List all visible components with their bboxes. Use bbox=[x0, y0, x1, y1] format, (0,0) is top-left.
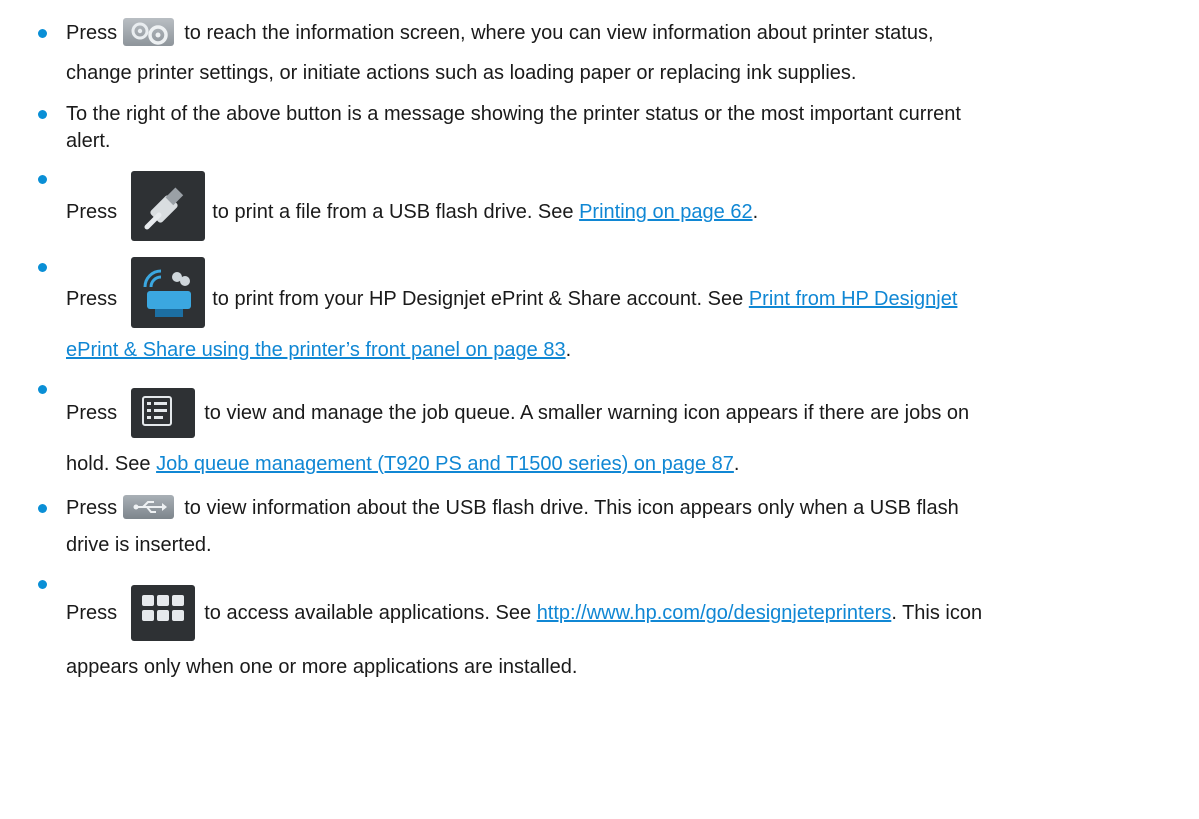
text: To the right of the above button is a me… bbox=[66, 103, 961, 125]
text: appears only when one or more applicatio… bbox=[66, 656, 578, 678]
gear-settings-icon bbox=[123, 18, 174, 46]
bullet bbox=[38, 580, 47, 589]
press-word: Press bbox=[66, 288, 118, 310]
bullet bbox=[38, 263, 47, 272]
text: . bbox=[565, 339, 572, 361]
text: change printer settings, or initiate act… bbox=[66, 62, 857, 84]
text-line: hold. See Job queue management (T920 PS … bbox=[66, 451, 739, 477]
link-hp-designjeteprinters[interactable]: http://www.hp.com/go/designjeteprinters bbox=[537, 602, 892, 624]
text-line: Press to view information about the USB … bbox=[66, 495, 959, 521]
text: . bbox=[752, 201, 759, 223]
bullet bbox=[38, 29, 47, 38]
text-line: Press to print from your HP Designjet eP… bbox=[66, 286, 957, 312]
text: hold. See bbox=[66, 453, 151, 475]
press-word: Press bbox=[66, 602, 118, 624]
press-word: Press bbox=[66, 201, 118, 223]
text: to view information about the USB flash … bbox=[184, 497, 959, 519]
bullet bbox=[38, 110, 47, 119]
link-printing[interactable]: Printing on page 62 bbox=[579, 201, 752, 223]
text: to print a file from a USB flash drive. … bbox=[212, 201, 574, 223]
text-line: Press to print a file from a USB flash d… bbox=[66, 199, 758, 225]
text-line: ePrint & Share using the printer’s front… bbox=[66, 337, 571, 363]
text: . This icon bbox=[891, 602, 983, 624]
text-line: Press to view and manage the job queue. … bbox=[66, 400, 969, 426]
text: . bbox=[733, 453, 740, 475]
text: to view and manage the job queue. A smal… bbox=[204, 402, 970, 424]
bullet bbox=[38, 175, 47, 184]
text-line: Press to reach the information screen, w… bbox=[66, 20, 934, 46]
bullet bbox=[38, 385, 47, 394]
text-line: Press to access available applications. … bbox=[66, 600, 982, 626]
text-line: drive is inserted. bbox=[66, 532, 212, 558]
text-line: appears only when one or more applicatio… bbox=[66, 654, 577, 680]
press-word: Press bbox=[66, 497, 118, 519]
text-line: alert. bbox=[66, 128, 110, 154]
link-eprint[interactable]: Print from HP Designjet bbox=[749, 288, 958, 310]
press-word: Press bbox=[66, 22, 118, 44]
press-word: Press bbox=[66, 402, 118, 424]
text: alert. bbox=[66, 130, 111, 152]
text: to reach the information screen, where y… bbox=[184, 22, 934, 44]
usb-symbol-icon bbox=[123, 495, 174, 519]
link-eprint-continued[interactable]: ePrint & Share using the printer’s front… bbox=[66, 339, 566, 361]
text: drive is inserted. bbox=[66, 534, 212, 556]
text: to access available applications. See bbox=[204, 602, 532, 624]
bullet bbox=[38, 504, 47, 513]
text-line: change printer settings, or initiate act… bbox=[66, 60, 856, 86]
link-job-queue[interactable]: Job queue management (T920 PS and T1500 … bbox=[156, 453, 734, 475]
text: to print from your HP Designjet ePrint &… bbox=[212, 288, 744, 310]
text-line: To the right of the above button is a me… bbox=[66, 101, 961, 127]
